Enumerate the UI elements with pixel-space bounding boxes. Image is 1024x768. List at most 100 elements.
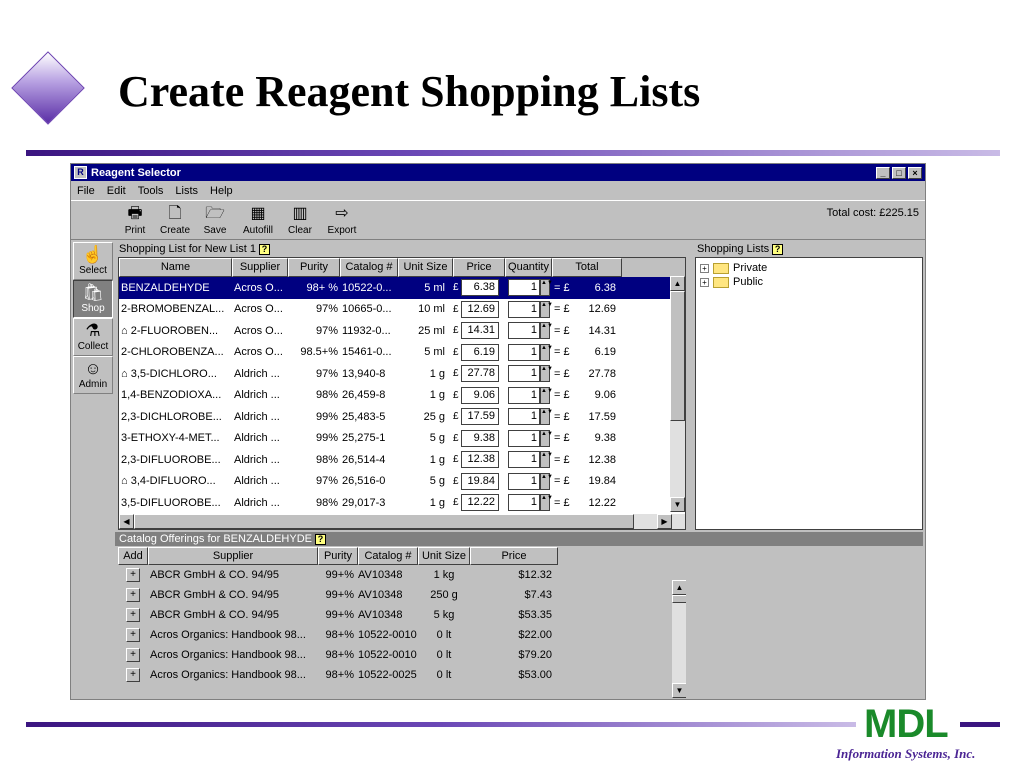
quantity-spinner-icon[interactable]: ▲▼ xyxy=(540,429,553,447)
expand-icon[interactable]: + xyxy=(700,263,709,273)
quantity-field[interactable]: 1 xyxy=(508,472,540,490)
price-field[interactable]: 12.69 xyxy=(461,300,499,318)
price-field[interactable]: 27.78 xyxy=(461,365,499,383)
add-button[interactable]: + xyxy=(126,588,140,602)
scroll-down-icon[interactable]: ▼ xyxy=(672,683,686,698)
nav-collect[interactable]: ⚗ Collect xyxy=(73,318,113,356)
quantity-field[interactable]: 1 xyxy=(508,365,540,383)
quantity-spinner-icon[interactable]: ▲▼ xyxy=(540,343,553,361)
price-field[interactable]: 9.06 xyxy=(461,386,499,404)
export-button[interactable]: ⇨ Export xyxy=(322,204,362,236)
nav-shop[interactable]: 🛍 Shop xyxy=(73,280,113,318)
table-row[interactable]: 3,5-DIFLUOROBE... Aldrich ... 98% 29,017-3 1… xyxy=(119,492,685,514)
table-row[interactable]: 1,4-BENZODIOXA... Aldrich ... 98% 26,459-8 1… xyxy=(119,385,685,407)
col-quantity[interactable]: Quantity xyxy=(505,258,552,277)
nav-select[interactable]: ☝ Select xyxy=(73,242,113,280)
col-supplier[interactable]: Supplier xyxy=(232,258,288,277)
table-row[interactable]: + ABCR GmbH & CO. 94/95 99+% AV10348 250 g $7… xyxy=(118,585,686,605)
quantity-spinner-icon[interactable]: ▲▼ xyxy=(540,472,553,490)
quantity-field[interactable]: 1 xyxy=(508,386,540,404)
minimize-button[interactable]: _ xyxy=(876,166,890,179)
quantity-spinner-icon[interactable]: ▲▼ xyxy=(540,408,553,426)
quantity-field[interactable]: 1 xyxy=(508,322,540,340)
quantity-field[interactable]: 1 xyxy=(508,408,540,426)
price-field[interactable]: 12.38 xyxy=(461,451,499,469)
menu-file[interactable]: File xyxy=(77,185,95,197)
nav-admin[interactable]: ☺ Admin xyxy=(73,356,113,394)
hscroll-thumb[interactable] xyxy=(134,514,634,529)
quantity-spinner-icon[interactable]: ▲▼ xyxy=(540,279,553,297)
print-button[interactable]: 🖶 Print xyxy=(115,204,155,236)
col-total[interactable]: Total xyxy=(552,258,622,277)
quantity-field[interactable]: 1 xyxy=(508,279,540,297)
add-button[interactable]: + xyxy=(126,568,140,582)
quantity-spinner-icon[interactable]: ▲▼ xyxy=(540,386,553,404)
add-button[interactable]: + xyxy=(126,668,140,682)
table-row[interactable]: + ABCR GmbH & CO. 94/95 99+% AV10348 5 kg $53… xyxy=(118,605,686,625)
help-icon[interactable]: ? xyxy=(314,533,326,545)
table-row[interactable]: BENZALDEHYDE Acros O... 98+ % 10522-0... 5 m… xyxy=(119,277,685,299)
table-row[interactable]: + Acros Organics: Handbook 98... 98+% 10522… xyxy=(118,665,686,685)
quantity-field[interactable]: 1 xyxy=(508,300,540,318)
price-field[interactable]: 6.38 xyxy=(461,279,499,297)
help-icon[interactable]: ? xyxy=(772,243,784,255)
window-titlebar[interactable]: R Reagent Selector _ □ × xyxy=(71,164,925,181)
quantity-spinner-icon[interactable]: ▲▼ xyxy=(540,365,553,383)
menu-help[interactable]: Help xyxy=(210,185,233,197)
close-button[interactable]: × xyxy=(908,166,922,179)
col-purity[interactable]: Purity xyxy=(288,258,340,277)
table-row[interactable]: ⌂ 3,4-DIFLUORO... Aldrich ... 97% 26,516-0 5… xyxy=(119,471,685,493)
scroll-up-icon[interactable]: ▲ xyxy=(672,580,686,595)
table-row[interactable]: + Acros Organics: Handbook 98... 98+% 10522… xyxy=(118,625,686,645)
quantity-spinner-icon[interactable]: ▲▼ xyxy=(540,451,553,469)
tree-node-private[interactable]: + Private xyxy=(700,261,918,275)
help-icon[interactable]: ? xyxy=(258,243,270,255)
tree-node-public[interactable]: + Public xyxy=(700,275,918,289)
col-catalog[interactable]: Catalog # xyxy=(340,258,398,277)
quantity-spinner-icon[interactable]: ▲▼ xyxy=(540,300,553,318)
price-field[interactable]: 19.84 xyxy=(461,472,499,490)
autofill-button[interactable]: ▦ Autofill xyxy=(238,204,278,236)
col-supplier[interactable]: Supplier xyxy=(148,547,318,565)
expand-icon[interactable]: + xyxy=(700,277,709,287)
scroll-thumb[interactable] xyxy=(672,595,686,603)
scroll-thumb[interactable] xyxy=(670,291,685,421)
quantity-spinner-icon[interactable]: ▲▼ xyxy=(540,494,553,512)
add-button[interactable]: + xyxy=(126,648,140,662)
price-field[interactable]: 6.19 xyxy=(461,343,499,361)
table-row[interactable]: 2-CHLOROBENZA... Acros O... 98.5+% 15461-0.… xyxy=(119,342,685,364)
shopping-list-vscrollbar[interactable]: ▲ ▼ xyxy=(670,276,685,512)
col-unit-size[interactable]: Unit Size xyxy=(398,258,453,277)
table-row[interactable]: ⌂ 3,5-DICHLORO... Aldrich ... 97% 13,940-8 1… xyxy=(119,363,685,385)
maximize-button[interactable]: □ xyxy=(892,166,906,179)
col-price[interactable]: Price xyxy=(470,547,558,565)
table-row[interactable]: 2,3-DICHLOROBE... Aldrich ... 99% 25,483-5 2… xyxy=(119,406,685,428)
quantity-field[interactable]: 1 xyxy=(508,343,540,361)
col-unit-size[interactable]: Unit Size xyxy=(418,547,470,565)
quantity-field[interactable]: 1 xyxy=(508,429,540,447)
price-field[interactable]: 17.59 xyxy=(461,408,499,426)
table-row[interactable]: ⌂ 2-FLUOROBEN... Acros O... 97% 11932-0... 2… xyxy=(119,320,685,342)
col-name[interactable]: Name xyxy=(119,258,232,277)
menu-tools[interactable]: Tools xyxy=(138,185,164,197)
menu-edit[interactable]: Edit xyxy=(107,185,126,197)
scroll-left-icon[interactable]: ◀ xyxy=(119,514,134,529)
quantity-spinner-icon[interactable]: ▲▼ xyxy=(540,322,553,340)
scroll-down-icon[interactable]: ▼ xyxy=(670,497,685,512)
catalog-vscrollbar[interactable]: ▲ ▼ xyxy=(672,580,686,698)
price-field[interactable]: 12.22 xyxy=(461,494,499,512)
create-button[interactable]: 🗋 Create xyxy=(155,204,195,236)
save-button[interactable]: 🗁 Save xyxy=(195,204,235,236)
add-button[interactable]: + xyxy=(126,608,140,622)
table-row[interactable]: 3-ETHOXY-4-MET... Aldrich ... 99% 25,275-1 5… xyxy=(119,428,685,450)
col-catalog[interactable]: Catalog # xyxy=(358,547,418,565)
scroll-right-icon[interactable]: ▶ xyxy=(657,514,672,529)
quantity-field[interactable]: 1 xyxy=(508,494,540,512)
clear-button[interactable]: ▥ Clear xyxy=(280,204,320,236)
add-button[interactable]: + xyxy=(126,628,140,642)
col-price[interactable]: Price xyxy=(453,258,505,277)
menu-lists[interactable]: Lists xyxy=(175,185,198,197)
col-purity[interactable]: Purity xyxy=(318,547,358,565)
table-row[interactable]: 2,3-DIFLUOROBE... Aldrich ... 98% 26,514-4 1… xyxy=(119,449,685,471)
table-row[interactable]: 2-BROMOBENZAL... Acros O... 97% 10665-0... 1… xyxy=(119,299,685,321)
